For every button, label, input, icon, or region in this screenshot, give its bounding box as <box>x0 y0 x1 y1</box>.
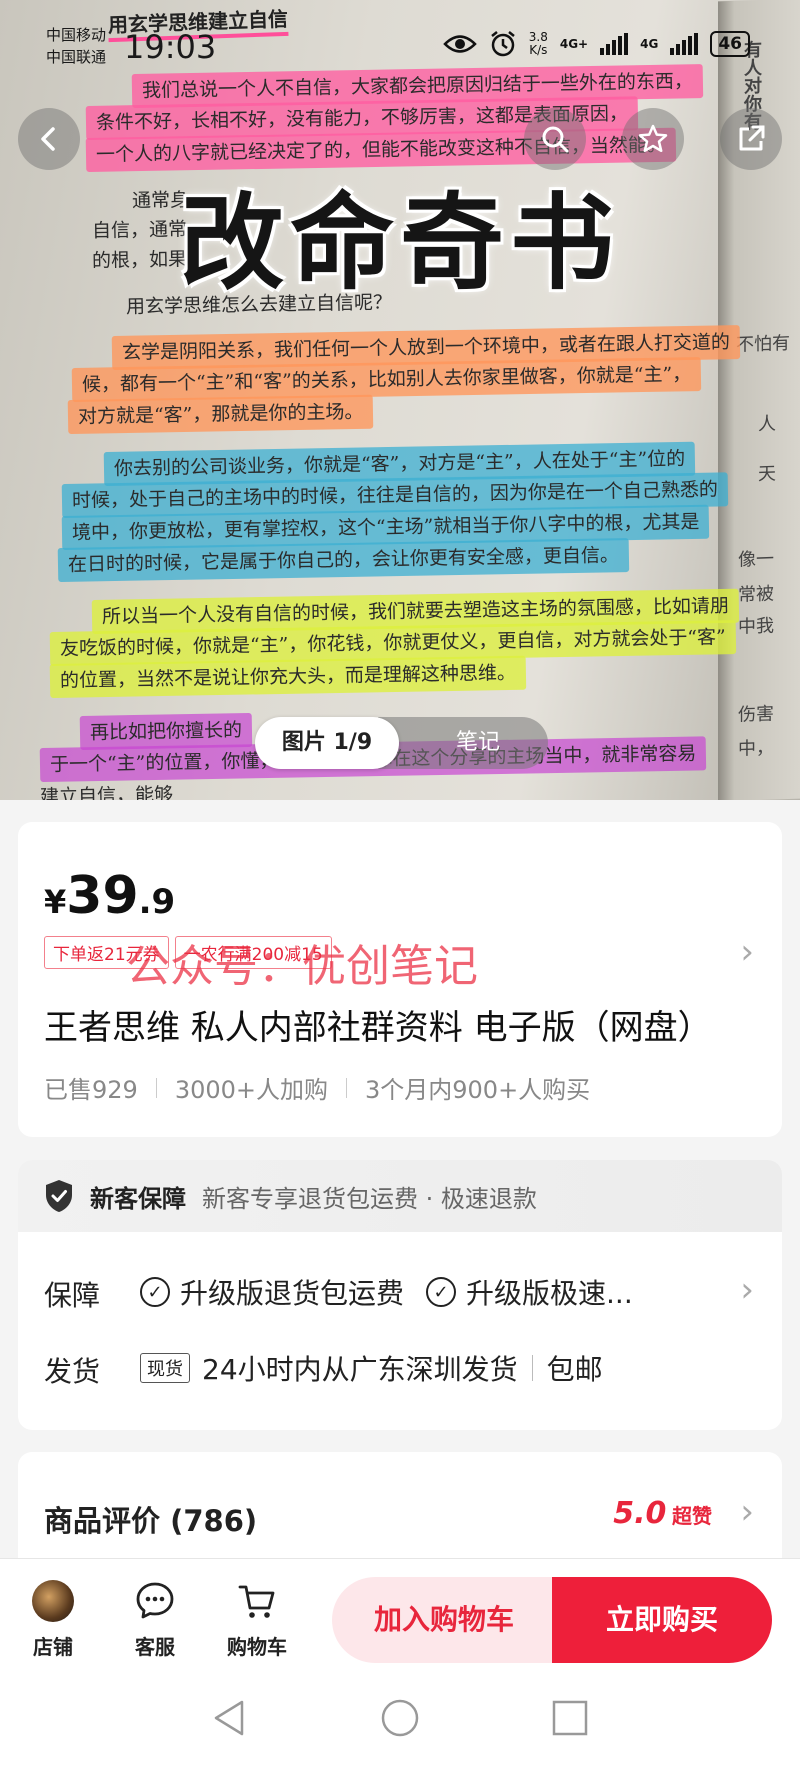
share-button[interactable] <box>720 108 782 170</box>
review-title: 商品评价 (786) <box>44 1504 258 1538</box>
check-circle-icon: ✓ <box>140 1277 170 1307</box>
product-title: 王者思维 私人内部社群资料 电子版（网盘） <box>44 1008 712 1048</box>
side-text-6: 中我 <box>738 615 774 638</box>
shop-avatar <box>32 1580 74 1622</box>
net-type-2: 4G <box>640 37 659 51</box>
bottom-action-bar: 店铺 客服 购物车 加入购物车 立即购买 <box>0 1558 800 1676</box>
review-score: 5.0 超赞 <box>613 1496 712 1531</box>
buy-now-button[interactable]: 立即购买 <box>552 1577 772 1663</box>
price: ¥39.9 <box>44 866 175 926</box>
eye-icon <box>442 35 477 53</box>
back-button[interactable] <box>18 108 80 170</box>
signal-icon <box>670 33 699 55</box>
shipping-label: 发货 <box>44 1355 101 1388</box>
price-currency: ¥ <box>44 883 67 921</box>
shop-icon-wrap <box>18 1579 88 1623</box>
guarantee-title: 新客保障 <box>90 1184 186 1213</box>
price-card: ¥39.9 下单返21元券 一农行满200减15 公众号：优创笔记 › 王者思维… <box>18 822 782 1137</box>
side-text-4: 像一 <box>738 548 774 571</box>
search-button[interactable] <box>524 108 586 170</box>
price-integer: 39 <box>66 866 139 926</box>
guarantee-desc: 新客专享退货包运费 · 极速退款 <box>202 1184 537 1213</box>
book-line: 的位置，当然不是说让你充大头，而是理解这种思维。 <box>49 655 527 698</box>
guarantee-label: 保障 <box>44 1279 101 1312</box>
side-text-8: 中， <box>738 737 774 760</box>
nav-recents-icon[interactable] <box>548 1696 592 1740</box>
system-nav-bar <box>0 1676 800 1769</box>
clock: 19:03 <box>124 28 217 66</box>
sales-stats: 已售929 3000+人加购 3个月内900+人购买 <box>44 1070 590 1105</box>
alarm-icon <box>490 31 515 57</box>
battery-indicator: 46 <box>710 31 750 57</box>
note-tab[interactable]: 笔记 <box>378 717 548 769</box>
bought-count: 3个月内900+人购买 <box>365 1076 591 1104</box>
chevron-right-icon[interactable]: › <box>740 1492 754 1532</box>
net-type-1: 4G+ <box>559 37 589 51</box>
side-text-1: 不怕有 <box>736 332 790 356</box>
shop-label: 店铺 <box>33 1635 73 1659</box>
service-icon-wrap <box>120 1579 190 1623</box>
overlay-title: 改命奇书 <box>179 182 620 304</box>
side-text-3: 天 <box>758 463 776 486</box>
cart-tab[interactable]: 购物车 <box>222 1579 292 1660</box>
add-to-cart-button[interactable]: 加入购物车 <box>332 1577 556 1663</box>
cart-icon <box>238 1585 275 1618</box>
nav-home-icon[interactable] <box>378 1696 422 1740</box>
carrier-info: 中国移动 中国联通 <box>46 24 106 68</box>
shipping-text: 24小时内从广东深圳发货 <box>202 1353 518 1386</box>
new-customer-banner[interactable]: 新客保障 新客专享退货包运费 · 极速退款 <box>18 1160 782 1232</box>
cart-count: 3000+人加购 <box>174 1076 328 1104</box>
cart-icon-wrap <box>222 1579 292 1623</box>
carrier-1: 中国移动 <box>46 26 107 44</box>
status-icons: 3.8 K/s 4G+ 4G 46 <box>442 30 750 58</box>
chevron-left-icon <box>41 127 55 151</box>
guarantee-items[interactable]: ✓ 升级版退货包运费 ✓ 升级版极速... <box>140 1272 633 1312</box>
score-label: 超赞 <box>672 1504 712 1528</box>
status-bar: 中国移动 中国联通 19:03 3.8 K/s 4G+ 4G 46 <box>0 0 800 80</box>
divider <box>531 1355 533 1381</box>
book-line: 建立自信，能够 <box>39 783 174 800</box>
product-image-carousel[interactable]: 有人对你有 不怕有 人 天 像一 常被 中我 伤害 中， 用玄学思维建立自信 我… <box>0 0 800 800</box>
free-shipping: 包邮 <box>546 1353 603 1386</box>
guarantee-item: 升级版极速... <box>466 1277 633 1310</box>
nav-back-icon[interactable] <box>208 1696 252 1740</box>
shop-tab[interactable]: 店铺 <box>18 1579 88 1660</box>
star-icon <box>638 124 668 153</box>
divider <box>346 1077 347 1098</box>
image-counter[interactable]: 图片 1/9 <box>255 717 399 769</box>
book-line: 对方就是“客”，那就是你的主场。 <box>67 394 374 434</box>
favorite-button[interactable] <box>622 108 684 170</box>
search-icon <box>542 126 569 153</box>
side-text-2: 人 <box>758 413 776 436</box>
in-stock-tag: 现货 <box>140 1353 190 1383</box>
watermark-text: 公众号：优创笔记 <box>126 941 478 992</box>
signal-icon <box>600 33 629 55</box>
cart-label: 购物车 <box>227 1635 287 1659</box>
score-value: 5.0 <box>613 1496 667 1531</box>
side-text-7: 伤害 <box>738 703 774 726</box>
guarantee-item: 升级版退货包运费 <box>180 1277 405 1310</box>
shipping-info: 现货 24小时内从广东深圳发货 包邮 <box>140 1348 603 1388</box>
carrier-2: 中国联通 <box>46 48 107 66</box>
service-tab[interactable]: 客服 <box>120 1579 190 1660</box>
chat-bubble-icon <box>136 1582 174 1619</box>
chevron-right-icon[interactable]: › <box>740 932 754 972</box>
shield-check-icon <box>46 1180 72 1212</box>
service-label: 客服 <box>135 1635 175 1659</box>
chevron-right-icon[interactable]: › <box>740 1270 754 1310</box>
speed-unit: K/s <box>529 43 548 57</box>
price-decimal: .9 <box>138 882 176 922</box>
check-circle-icon: ✓ <box>426 1277 457 1307</box>
divider <box>155 1077 157 1098</box>
net-speed: 3.8 K/s <box>529 31 548 57</box>
sold-count: 已售929 <box>44 1076 138 1104</box>
share-icon <box>739 125 765 151</box>
side-text-5: 常被 <box>738 583 774 606</box>
guarantee-card[interactable]: 新客保障 新客专享退货包运费 · 极速退款 保障 ✓ 升级版退货包运费 ✓ 升级… <box>18 1160 782 1430</box>
